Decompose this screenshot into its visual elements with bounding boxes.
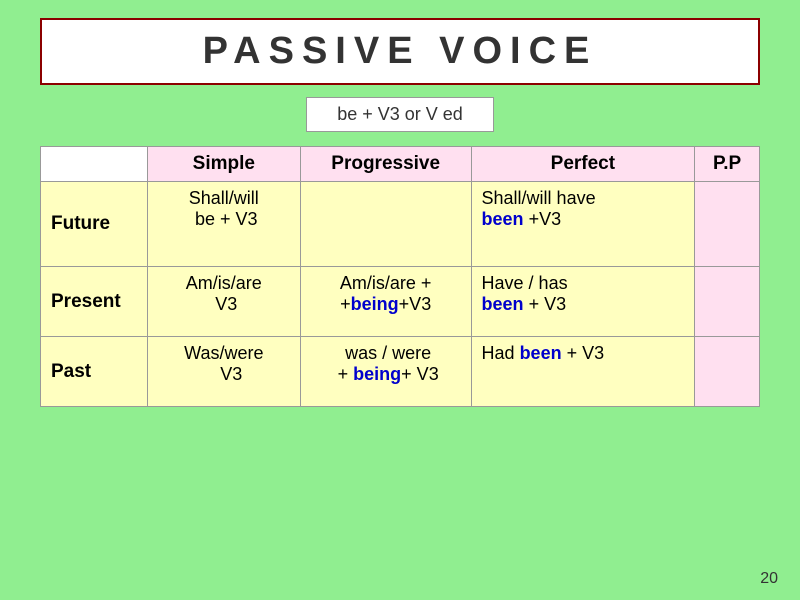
header-col2: Progressive <box>300 147 471 182</box>
present-progressive: Am/is/are ++being+V3 <box>300 267 471 337</box>
present-pp <box>695 267 760 337</box>
header-col4: P.P <box>695 147 760 182</box>
present-simple-text: Am/is/are V3 <box>186 273 262 314</box>
table-header-row: Simple Progressive Perfect P.P <box>41 147 760 182</box>
header-col1: Simple <box>147 147 300 182</box>
formula-box: be + V3 or V ed <box>306 97 494 132</box>
table-row-past: Past Was/were V3 was / were + being+ V3 … <box>41 337 760 407</box>
page-number: 20 <box>760 570 778 588</box>
present-progressive-being: being <box>351 294 399 314</box>
future-simple-text: Shall/will be + V3 <box>189 188 259 229</box>
present-perfect-plain: Have / has <box>482 273 568 293</box>
future-label: Future <box>41 182 148 267</box>
past-perfect-been: been <box>520 343 562 363</box>
formula-text: be + V3 or V ed <box>337 104 463 124</box>
table-row-future: Future Shall/will be + V3 Shall/will hav… <box>41 182 760 267</box>
past-simple-text: Was/were V3 <box>184 343 263 384</box>
present-perfect-been: been <box>482 294 524 314</box>
past-simple: Was/were V3 <box>147 337 300 407</box>
present-perfect: Have / has been + V3 <box>471 267 695 337</box>
present-label: Present <box>41 267 148 337</box>
future-progressive <box>300 182 471 267</box>
present-progressive-post: +V3 <box>399 294 432 314</box>
present-perfect-rest: + V3 <box>529 294 567 314</box>
passive-voice-table: Simple Progressive Perfect P.P Future Sh… <box>40 146 760 407</box>
past-progressive-post: + V3 <box>401 364 439 384</box>
future-perfect-plain: Shall/will have <box>482 188 596 208</box>
past-pp <box>695 337 760 407</box>
future-simple: Shall/will be + V3 <box>147 182 300 267</box>
header-col0 <box>41 147 148 182</box>
past-perfect-rest: + V3 <box>567 343 605 363</box>
page-container: PASSIVE VOICE be + V3 or V ed Simple Pro… <box>0 0 800 600</box>
future-pp <box>695 182 760 267</box>
past-progressive-being: being <box>353 364 401 384</box>
header-col3: Perfect <box>471 147 695 182</box>
past-label: Past <box>41 337 148 407</box>
past-perfect-plain: Had <box>482 343 520 363</box>
present-simple: Am/is/are V3 <box>147 267 300 337</box>
future-perfect: Shall/will have been +V3 <box>471 182 695 267</box>
future-perfect-been: been <box>482 209 524 229</box>
page-title: PASSIVE VOICE <box>203 30 598 72</box>
past-perfect: Had been + V3 <box>471 337 695 407</box>
past-progressive: was / were + being+ V3 <box>300 337 471 407</box>
title-box: PASSIVE VOICE <box>40 18 760 85</box>
future-perfect-rest: +V3 <box>529 209 562 229</box>
table-row-present: Present Am/is/are V3 Am/is/are ++being+V… <box>41 267 760 337</box>
